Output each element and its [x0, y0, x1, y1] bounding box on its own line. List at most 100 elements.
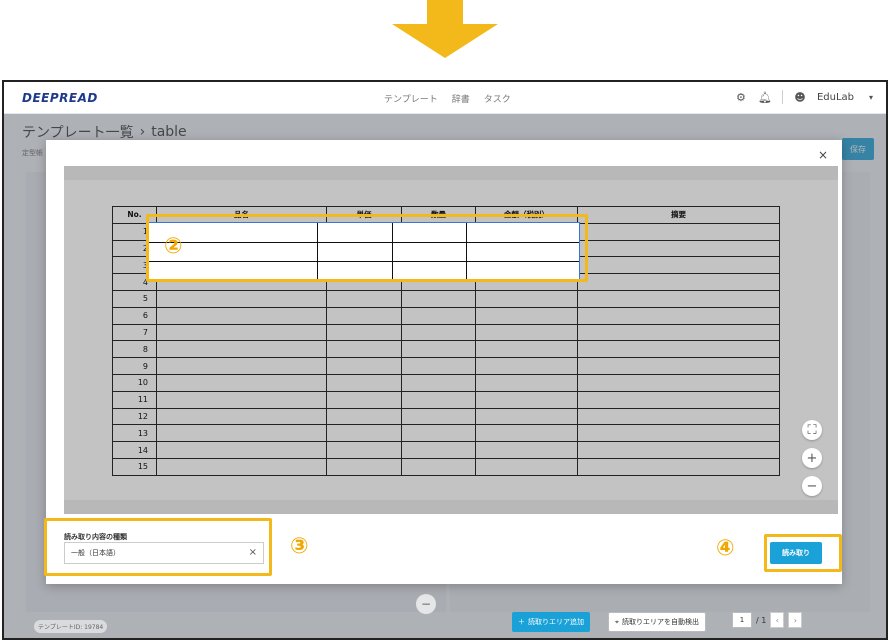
nav-item-dictionary[interactable]: 辞書 [452, 92, 470, 105]
table-row: 11 [112, 390, 780, 409]
table-row: 15 [112, 457, 780, 476]
user-name[interactable]: EduLab [817, 92, 854, 103]
table-row: 7 [112, 323, 780, 342]
table-cell [577, 340, 780, 359]
table-cell [156, 306, 327, 325]
auto-detect-button[interactable]: ⌖ 読取りエリアを自動検出 [608, 612, 706, 632]
table-cell [401, 407, 476, 426]
table-cell [156, 441, 327, 459]
row-number: 12 [112, 407, 157, 426]
table-cell [475, 306, 578, 325]
pager: 1 / 1 ‹ › [732, 612, 803, 628]
bg-zoom-out-icon[interactable]: − [416, 594, 436, 614]
page-number-input[interactable]: 1 [732, 612, 752, 628]
table-cell [475, 390, 578, 409]
auto-detect-label: 読取りエリアを自動検出 [621, 618, 699, 626]
table-cell [401, 357, 476, 375]
callout-read-button [764, 534, 842, 572]
table-cell [156, 340, 327, 359]
table-row: 10 [112, 373, 780, 392]
table-cell [326, 373, 402, 392]
add-read-area-button[interactable]: ＋ 読取りエリア追加 [512, 612, 590, 632]
row-number: 7 [112, 323, 157, 342]
table-cell [475, 323, 578, 342]
template-id-badge: テンプレートID: 19784 [34, 620, 108, 633]
table-cell [401, 289, 476, 308]
next-page-icon[interactable]: › [788, 612, 803, 628]
table-cell [577, 390, 780, 409]
annotation-number-3: ③ [290, 534, 309, 559]
table-cell [326, 289, 402, 308]
table-cell [577, 273, 780, 291]
screenshot-stage: DEEPREAD テンプレート 辞書 タスク ⚙ 🔔︎ ☻ EduLab ▾ テ… [0, 0, 890, 642]
table-cell [475, 357, 578, 375]
annotation-number-2: ② [164, 234, 183, 259]
table-cell [577, 306, 780, 325]
table-cell [326, 457, 402, 476]
row-number: 15 [112, 457, 157, 476]
table-cell [156, 424, 327, 443]
main-nav: テンプレート 辞書 タスク [384, 92, 511, 105]
row-number: 14 [112, 441, 157, 459]
table-cell [577, 441, 780, 459]
table-cell [475, 289, 578, 308]
table-cell [326, 323, 402, 342]
chevron-down-icon[interactable]: ▾ [864, 90, 878, 104]
nav-item-tasks[interactable]: タスク [484, 92, 511, 105]
close-icon[interactable]: × [818, 148, 828, 162]
table-cell [401, 340, 476, 359]
table-cell [577, 373, 780, 392]
table-cell [326, 340, 402, 359]
table-cell [156, 390, 327, 409]
bell-icon[interactable]: 🔔︎ [758, 90, 772, 104]
zoom-in-icon[interactable]: + [802, 448, 822, 468]
row-number: 11 [112, 390, 157, 409]
table-cell [577, 457, 780, 476]
fullscreen-icon[interactable]: ⛶ [802, 420, 822, 440]
callout-read-area [146, 214, 588, 282]
nav-item-templates[interactable]: テンプレート [384, 92, 438, 105]
table-cell [156, 323, 327, 342]
app-logo: DEEPREAD [22, 91, 98, 105]
plus-icon: ＋ [518, 618, 525, 626]
table-cell [577, 357, 780, 375]
add-read-area-label: 読取りエリア追加 [528, 618, 584, 626]
table-cell [577, 256, 780, 275]
table-cell [326, 306, 402, 325]
table-cell [156, 289, 327, 308]
user-icon[interactable]: ☻ [793, 90, 807, 104]
table-cell [577, 239, 780, 258]
down-arrow-icon [392, 0, 498, 58]
table-row: 8 [112, 340, 780, 359]
table-cell [156, 407, 327, 426]
app-header: DEEPREAD テンプレート 辞書 タスク ⚙ 🔔︎ ☻ EduLab ▾ [4, 82, 886, 114]
row-number: 13 [112, 424, 157, 443]
prev-page-icon[interactable]: ‹ [770, 612, 785, 628]
row-number: 8 [112, 340, 157, 359]
annotation-number-4: ④ [716, 536, 735, 561]
table-cell [401, 457, 476, 476]
table-cell [156, 357, 327, 375]
table-cell [401, 441, 476, 459]
table-cell [577, 222, 780, 241]
table-cell [401, 373, 476, 392]
table-row: 5 [112, 289, 780, 308]
table-cell [401, 424, 476, 443]
table-cell [475, 407, 578, 426]
table-row: 14 [112, 441, 780, 459]
table-cell [401, 390, 476, 409]
table-cell [401, 323, 476, 342]
table-row: 12 [112, 407, 780, 426]
table-cell [475, 424, 578, 443]
header-divider [781, 90, 783, 104]
gear-icon[interactable]: ⚙ [734, 90, 748, 104]
table-cell [326, 357, 402, 375]
table-row: 13 [112, 424, 780, 443]
table-row: 6 [112, 306, 780, 325]
table-cell [577, 289, 780, 308]
table-cell [475, 457, 578, 476]
zoom-out-icon[interactable]: − [802, 476, 822, 496]
row-number: 5 [112, 289, 157, 308]
table-cell [326, 424, 402, 443]
header-right: ⚙ 🔔︎ ☻ EduLab ▾ [734, 90, 878, 104]
